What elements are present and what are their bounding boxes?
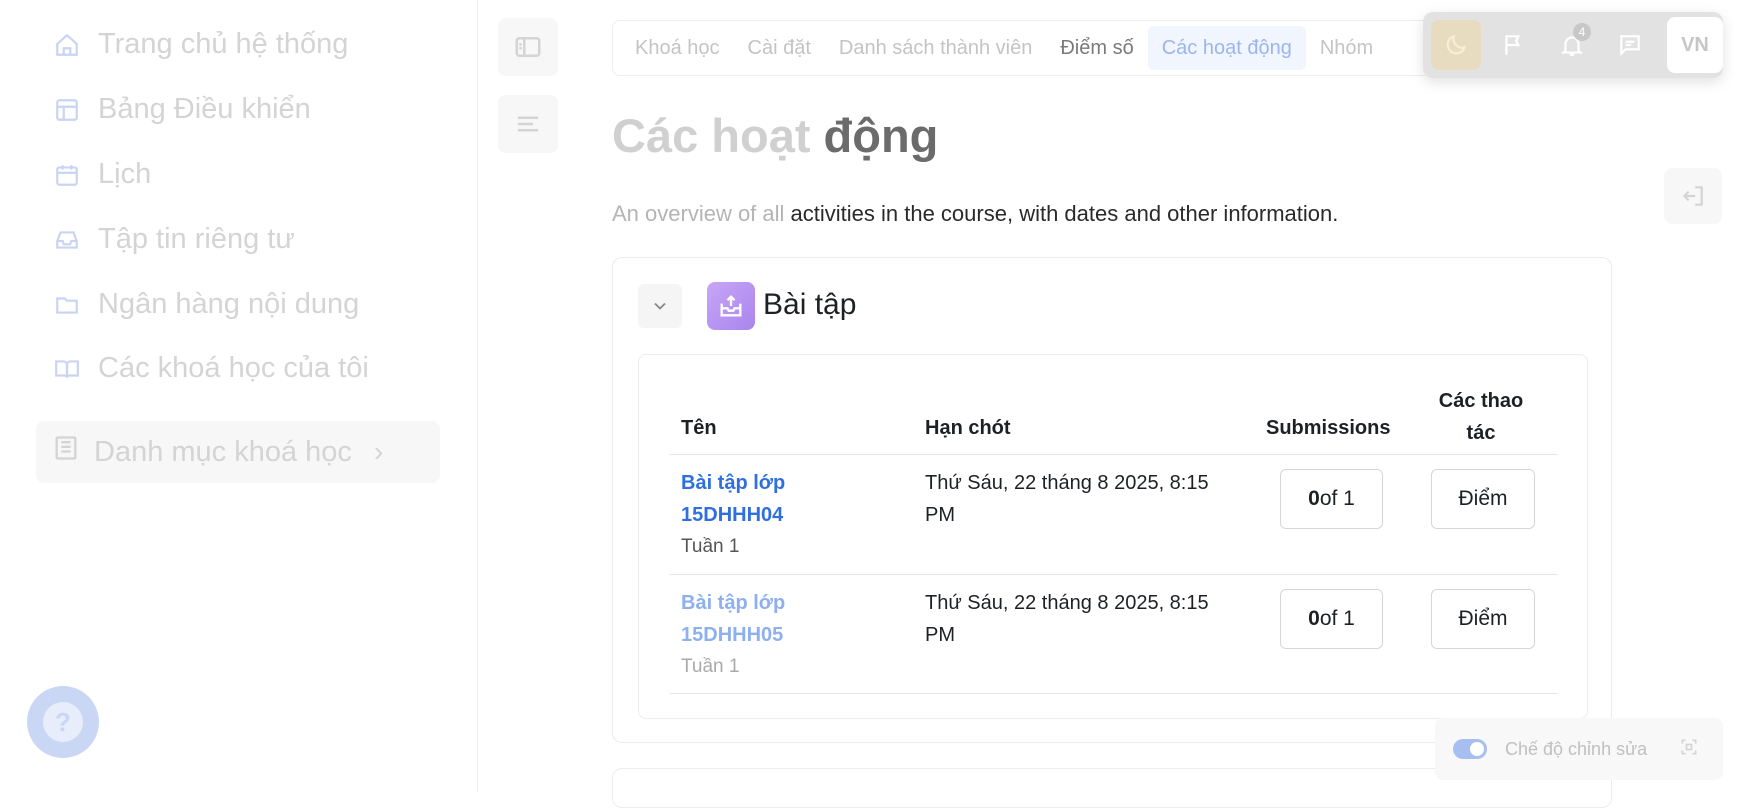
dashboard-icon — [54, 97, 80, 123]
due-date-line: PM — [925, 504, 955, 526]
notification-count-badge: 4 — [1573, 23, 1591, 41]
header-divider — [670, 454, 1558, 455]
page-title: Các hoạt động — [612, 108, 938, 163]
column-header-submissions: Submissions — [1266, 417, 1391, 439]
calendar-icon — [54, 162, 80, 188]
user-avatar[interactable]: VN — [1667, 17, 1723, 73]
column-header-actions-line: Các thao — [1438, 390, 1524, 412]
section-title: Bài tập — [763, 288, 857, 321]
flag-icon — [1505, 35, 1521, 55]
page-title-part: Các hoạt — [612, 109, 824, 162]
book-icon — [52, 434, 80, 470]
book-open-icon — [54, 356, 80, 382]
course-index-button[interactable] — [498, 95, 558, 153]
tab-grades[interactable]: Điểm số — [1046, 26, 1147, 70]
dark-mode-button[interactable] — [1431, 20, 1481, 70]
section-week-label: Tuần 1 — [681, 656, 740, 677]
question-icon: ? — [43, 702, 83, 742]
assignment-link[interactable]: Bài tập lớp 15DHHH04 — [681, 467, 881, 531]
sidebar-item-calendar[interactable]: Lịch — [54, 158, 151, 191]
due-date-line: PM — [925, 624, 955, 646]
messages-button[interactable] — [1605, 20, 1655, 70]
column-header-due-date: Hạn chót — [925, 417, 1011, 439]
folder-icon — [54, 292, 80, 318]
secondary-navigation: Khoá học Cài đặt Danh sách thành viên Đi… — [612, 20, 1432, 76]
help-button[interactable]: ? — [27, 686, 99, 758]
sidebar-item-label: Lịch — [98, 158, 152, 190]
assignment-icon — [707, 282, 755, 330]
open-block-drawer-button[interactable] — [1664, 168, 1722, 224]
tab-participants[interactable]: Danh sách thành viên — [825, 26, 1046, 70]
activity-section-assignments: Bài tập Tên Hạn chót Submissions Các tha… — [612, 257, 1612, 743]
message-icon — [1620, 35, 1640, 57]
sidebar-item-label: Các khoá học của tôi — [98, 352, 369, 384]
inbox-icon — [54, 227, 80, 253]
sidebar-item-label: Trang chủ hệ thống — [98, 28, 349, 60]
moon-icon — [1446, 34, 1467, 55]
close-drawer-button[interactable] — [498, 18, 558, 76]
sidebar-toggle-icon — [515, 37, 541, 57]
chevron-right-icon: › — [373, 436, 384, 467]
sidebar-item-site-home[interactable]: Trang chủ hệ thống — [54, 28, 348, 61]
submission-count: 0 — [1308, 607, 1320, 630]
sidebar-item-course-categories[interactable]: Danh mục khoá học › — [36, 421, 440, 483]
page-description-part: An overview of all — [612, 201, 791, 226]
sidebar-item-my-courses[interactable]: Các khoá học của tôi — [54, 352, 369, 385]
submissions-button[interactable]: 0 of 1 — [1280, 589, 1383, 649]
edit-mode-label: Chế độ chỉnh sửa — [1505, 738, 1648, 759]
assignment-link-line[interactable]: 15DHHH04 — [681, 504, 783, 526]
page-description: An overview of all activities in the cou… — [612, 201, 1338, 227]
tab-groups[interactable]: Nhóm — [1306, 26, 1387, 70]
sidebar-item-label: Bảng Điều khiển — [98, 93, 311, 125]
assignment-link-line[interactable]: 15DHHH05 — [681, 624, 783, 646]
column-header-actions-line: tác — [1466, 422, 1496, 444]
tab-course[interactable]: Khoá học — [621, 26, 734, 70]
sidebar-item-label: Ngân hàng nội dung — [98, 288, 360, 320]
flag-button[interactable] — [1489, 20, 1539, 70]
sidebar-item-content-bank[interactable]: Ngân hàng nội dung — [54, 288, 359, 321]
due-date-line: Thứ Sáu, 22 tháng 8 2025, 8:15 — [925, 592, 1209, 614]
due-date: Thứ Sáu, 22 tháng 8 2025, 8:15 PM — [925, 587, 1209, 651]
submission-total: of 1 — [1319, 487, 1355, 510]
due-date: Thứ Sáu, 22 tháng 8 2025, 8:15 PM — [925, 467, 1209, 531]
sidebar-item-label: Danh mục khoá học — [94, 435, 352, 468]
row-divider — [670, 693, 1558, 694]
assignment-link[interactable]: Bài tập lớp 15DHHH05 — [681, 587, 881, 651]
sidebar-item-dashboard[interactable]: Bảng Điều khiển — [54, 93, 311, 126]
edit-mode-switch[interactable] — [1453, 739, 1487, 759]
due-date-line: Thứ Sáu, 22 tháng 8 2025, 8:15 — [925, 472, 1209, 494]
edit-mode-control: Chế độ chỉnh sửa — [1435, 718, 1723, 780]
tab-settings[interactable]: Cài đặt — [734, 26, 825, 70]
grade-button[interactable]: Điểm — [1431, 589, 1535, 649]
page-description-part: activities in the course, with dates and… — [790, 201, 1339, 226]
assignments-table: Tên Hạn chót Submissions Các thao tác Bà… — [638, 354, 1588, 719]
collapse-section-button[interactable] — [638, 284, 682, 328]
submission-total: of 1 — [1319, 607, 1355, 630]
tab-activities[interactable]: Các hoạt động — [1147, 26, 1306, 70]
page-title-part: động — [823, 109, 939, 162]
column-header-actions: Các thao tác — [1436, 385, 1526, 449]
notifications-button[interactable]: 4 — [1547, 20, 1597, 70]
grade-button[interactable]: Điểm — [1431, 469, 1535, 529]
submissions-button[interactable]: 0 of 1 — [1280, 469, 1383, 529]
drawer-open-icon — [1682, 186, 1703, 206]
assignment-link-line[interactable]: Bài tập lớp — [681, 472, 785, 494]
chevron-down-icon — [654, 302, 666, 310]
submission-count: 0 — [1308, 487, 1320, 510]
user-toolbar: 4 VN — [1423, 12, 1723, 78]
sidebar-item-label: Tập tin riêng tư — [98, 223, 295, 255]
home-icon — [54, 32, 80, 58]
assignment-link-line[interactable]: Bài tập lớp — [681, 592, 785, 614]
row-divider — [670, 574, 1558, 575]
sidebar-item-private-files[interactable]: Tập tin riêng tư — [54, 223, 295, 256]
column-header-name: Tên — [681, 417, 717, 439]
focus-icon[interactable] — [1679, 737, 1699, 762]
align-left-icon — [518, 116, 538, 132]
left-drawer: Trang chủ hệ thống Bảng Điều khiển Lịch … — [0, 0, 478, 792]
section-week-label: Tuần 1 — [681, 536, 740, 557]
